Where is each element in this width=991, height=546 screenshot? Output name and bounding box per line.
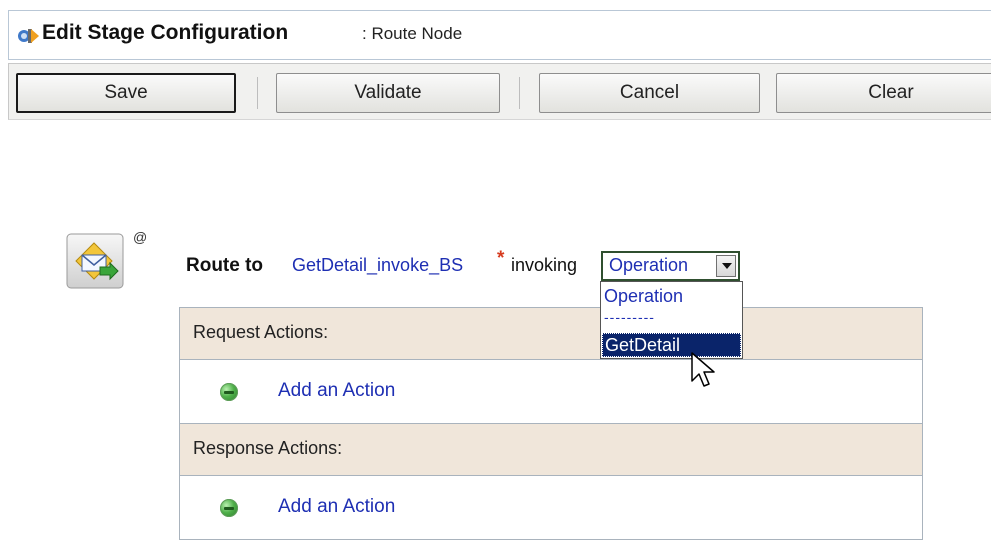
- mouse-pointer-icon: [691, 352, 715, 387]
- add-action-icon[interactable]: [220, 499, 238, 517]
- dropdown-option-getdetail-label: GetDetail: [605, 335, 681, 355]
- add-response-action-link[interactable]: Add an Action: [278, 496, 395, 518]
- response-actions-label: Response Actions:: [193, 438, 343, 458]
- dropdown-option-separator[interactable]: ---------: [604, 309, 655, 325]
- cancel-button[interactable]: Cancel: [539, 73, 760, 113]
- page-header: Edit Stage Configuration : Route Node: [0, 0, 991, 64]
- required-marker: *: [497, 248, 505, 269]
- save-button[interactable]: Save: [16, 73, 236, 113]
- clear-button[interactable]: Clear: [776, 73, 991, 113]
- add-request-action-link[interactable]: Add an Action: [278, 380, 395, 402]
- stage-config-icon: [18, 29, 39, 43]
- chevron-down-icon[interactable]: [716, 255, 736, 277]
- request-actions-label: Request Actions:: [193, 322, 329, 342]
- operation-select[interactable]: Operation: [601, 251, 740, 281]
- request-actions-header: Request Actions:: [180, 308, 922, 360]
- route-to-label: Route to: [186, 255, 264, 276]
- add-action-icon[interactable]: [220, 383, 238, 401]
- validate-button[interactable]: Validate: [276, 73, 500, 113]
- page-title: Edit Stage Configuration: [42, 21, 289, 44]
- request-actions-row: Add an Action: [180, 359, 922, 423]
- invoking-label: invoking: [511, 255, 578, 275]
- response-actions-row: Add an Action: [180, 475, 922, 539]
- page-subtitle: : Route Node: [362, 24, 463, 43]
- route-envelope-icon[interactable]: [66, 233, 124, 289]
- at-sign-marker: @: [133, 229, 148, 245]
- route-target-link[interactable]: GetDetail_invoke_BS: [292, 255, 463, 276]
- dropdown-option-operation[interactable]: Operation: [604, 286, 683, 307]
- toolbar-separator: [519, 77, 520, 109]
- edit-stage-page: Edit Stage Configuration : Route Node Sa…: [0, 0, 991, 546]
- response-actions-header: Response Actions:: [180, 423, 922, 475]
- operation-select-value: Operation: [609, 255, 689, 275]
- operation-dropdown-list: Operation --------- GetDetail: [600, 281, 743, 359]
- toolbar-separator: [257, 77, 258, 109]
